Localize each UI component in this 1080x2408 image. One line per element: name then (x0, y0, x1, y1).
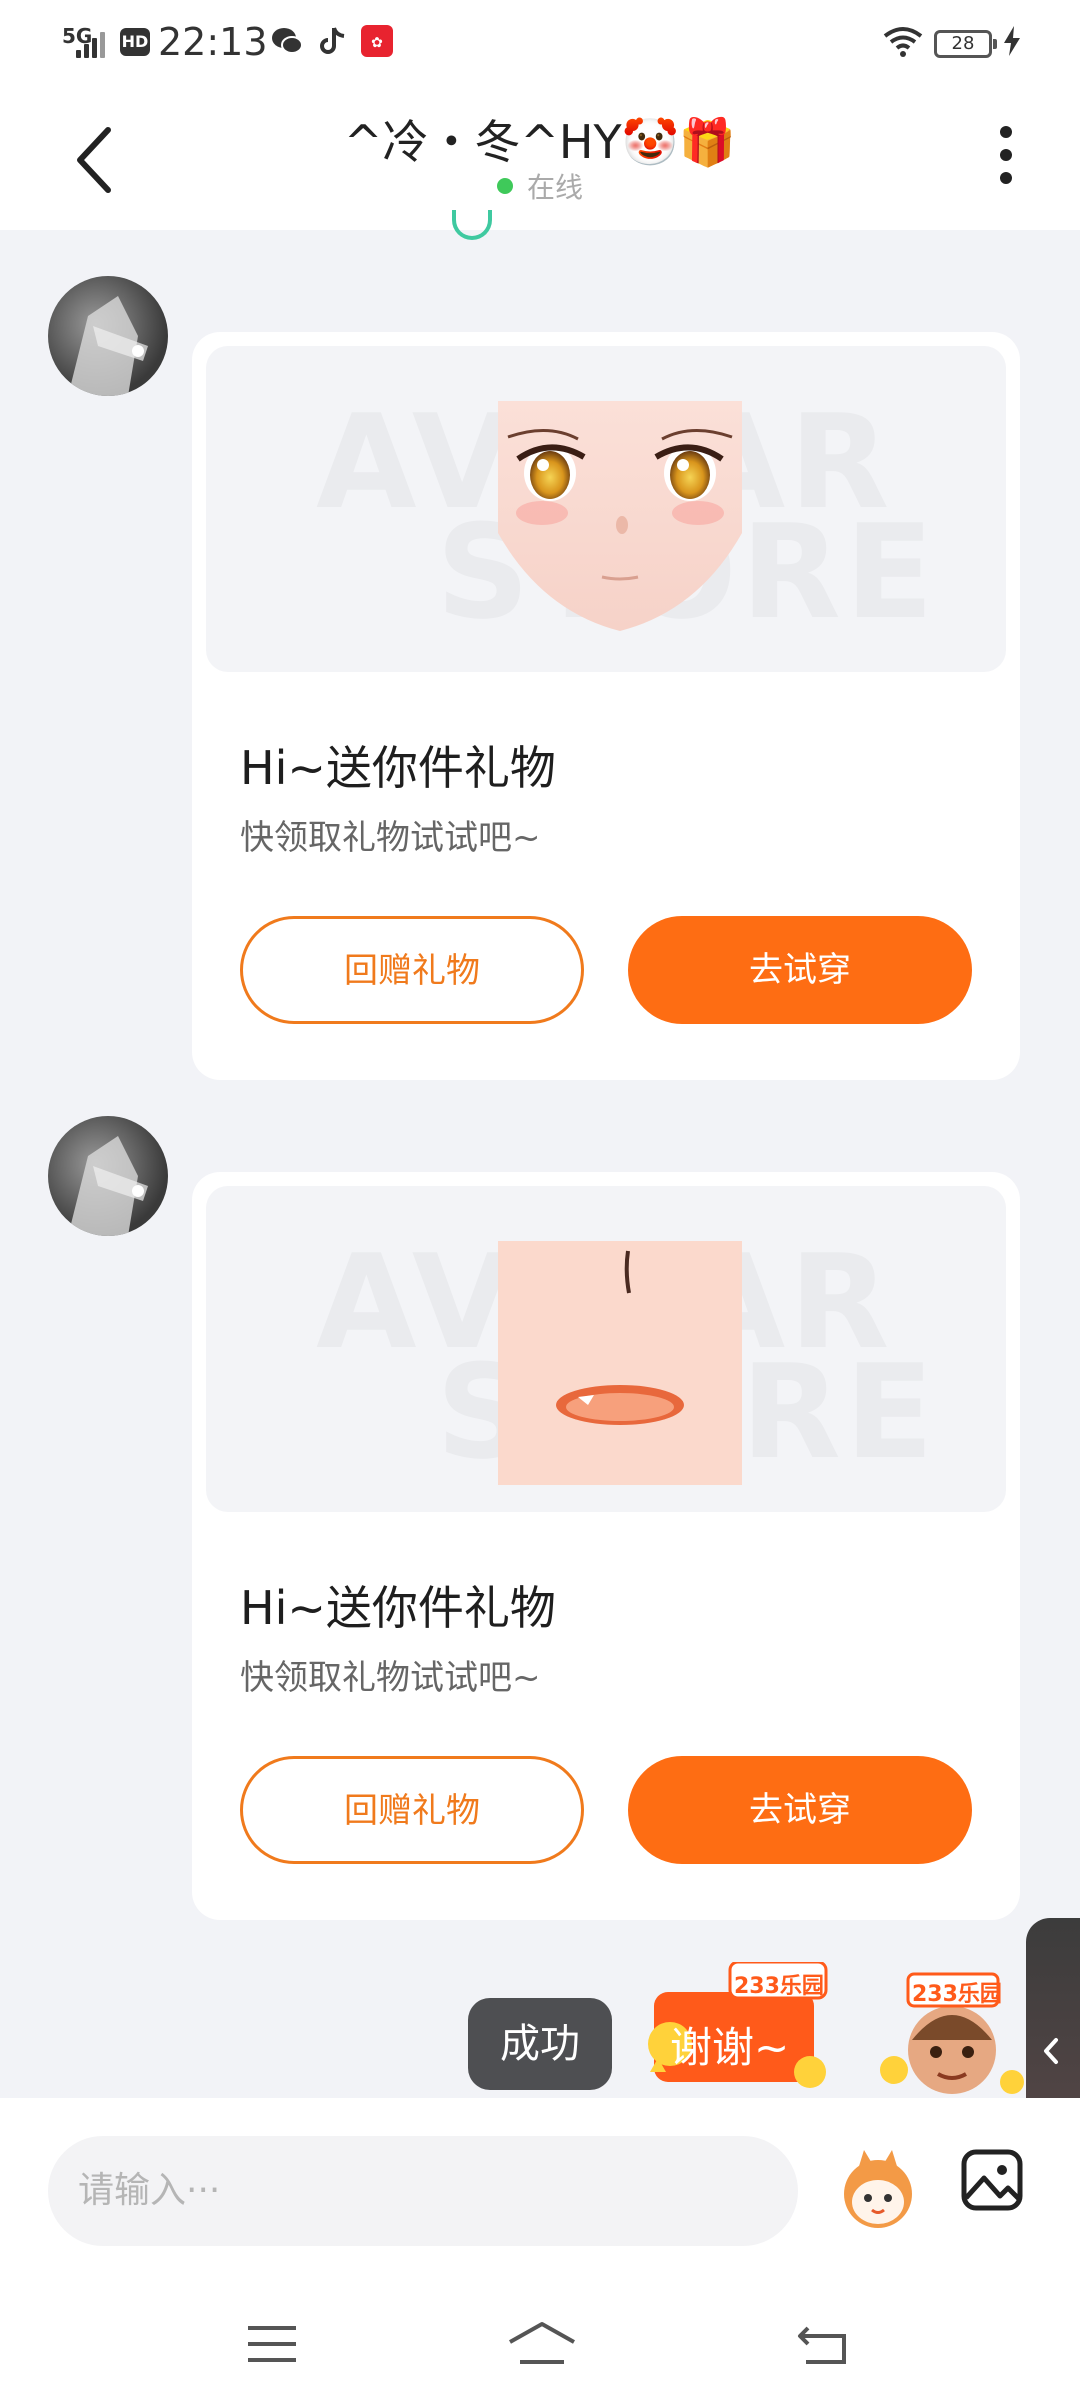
gift-mouth-image (498, 1241, 742, 1485)
message-input[interactable]: 请输入··· (48, 2136, 798, 2246)
status-bar: 5G HD 22:13 ✿ 28 (0, 0, 1080, 84)
red-app-icon: ✿ (361, 25, 393, 57)
clock: 22:13 (158, 20, 268, 64)
sender-avatar[interactable] (48, 1116, 168, 1236)
battery-icon: 28 (934, 30, 997, 58)
gift-message-card[interactable]: AVATAR STORE Hi~送你件礼物 快领取礼物试试吧~ 回赠礼物 去试穿 (192, 1172, 1020, 1920)
more-options-button[interactable] (994, 126, 1018, 192)
avatar-image (68, 296, 148, 396)
wechat-icon (272, 28, 303, 54)
sender-avatar[interactable] (48, 276, 168, 396)
try-on-button[interactable]: 去试穿 (628, 916, 972, 1024)
tiktok-icon (320, 27, 345, 54)
gift-title: Hi~送你件礼物 (240, 741, 556, 795)
menu-icon[interactable] (242, 2318, 302, 2370)
gift-message-card[interactable]: AVATAR STORE Hi~送你件礼物 快领取礼物试试吧~ 回赠礼物 去 (192, 332, 1020, 1080)
return-gift-button[interactable]: 回赠礼物 (240, 1756, 584, 1864)
message-composer: 请输入··· (0, 2098, 1080, 2298)
hd-badge: HD (120, 28, 150, 56)
brand-badge: 233乐园 (734, 1974, 824, 1999)
try-on-button[interactable]: 去试穿 (628, 1756, 972, 1864)
svg-text:✿: ✿ (371, 35, 383, 51)
load-more-indicator (452, 210, 492, 240)
home-icon[interactable] (506, 2318, 578, 2370)
thanks-sticker[interactable]: 谢谢~ 233乐园 (640, 1960, 840, 2098)
emoji-button[interactable] (830, 2140, 926, 2236)
charging-icon (1004, 26, 1020, 56)
gift-title: Hi~送你件礼物 (240, 1581, 556, 1635)
thanks-text: 谢谢~ (670, 2023, 790, 2072)
contact-name: ^冷・冬^HY🤡🎁 (343, 115, 737, 169)
image-picker-button[interactable] (960, 2148, 1024, 2212)
chat-header: ^冷・冬^HY🤡🎁 在线 (0, 84, 1080, 230)
character-sticker[interactable]: 233乐园 (878, 1970, 1026, 2098)
online-dot-icon (496, 178, 513, 194)
gift-preview[interactable]: AVATAR STORE (206, 346, 1006, 672)
gift-preview[interactable]: AVATAR STORE (206, 1186, 1006, 1512)
avatar-image (68, 1136, 148, 1236)
wifi-icon (883, 27, 923, 57)
online-status: 在线 (0, 166, 1080, 206)
online-status-label: 在线 (526, 171, 583, 204)
system-nav-bar (0, 2298, 1080, 2408)
return-gift-button[interactable]: 回赠礼物 (240, 916, 584, 1024)
gift-subtitle: 快领取礼物试试吧~ (240, 1658, 541, 1698)
signal-icon (76, 30, 106, 58)
success-toast: 成功 (468, 1998, 612, 2090)
back-nav-icon[interactable] (794, 2318, 854, 2370)
gift-subtitle: 快领取礼物试试吧~ (240, 818, 541, 858)
gift-eyes-image (498, 401, 742, 631)
brand-badge: 233乐园 (912, 1982, 1002, 2007)
